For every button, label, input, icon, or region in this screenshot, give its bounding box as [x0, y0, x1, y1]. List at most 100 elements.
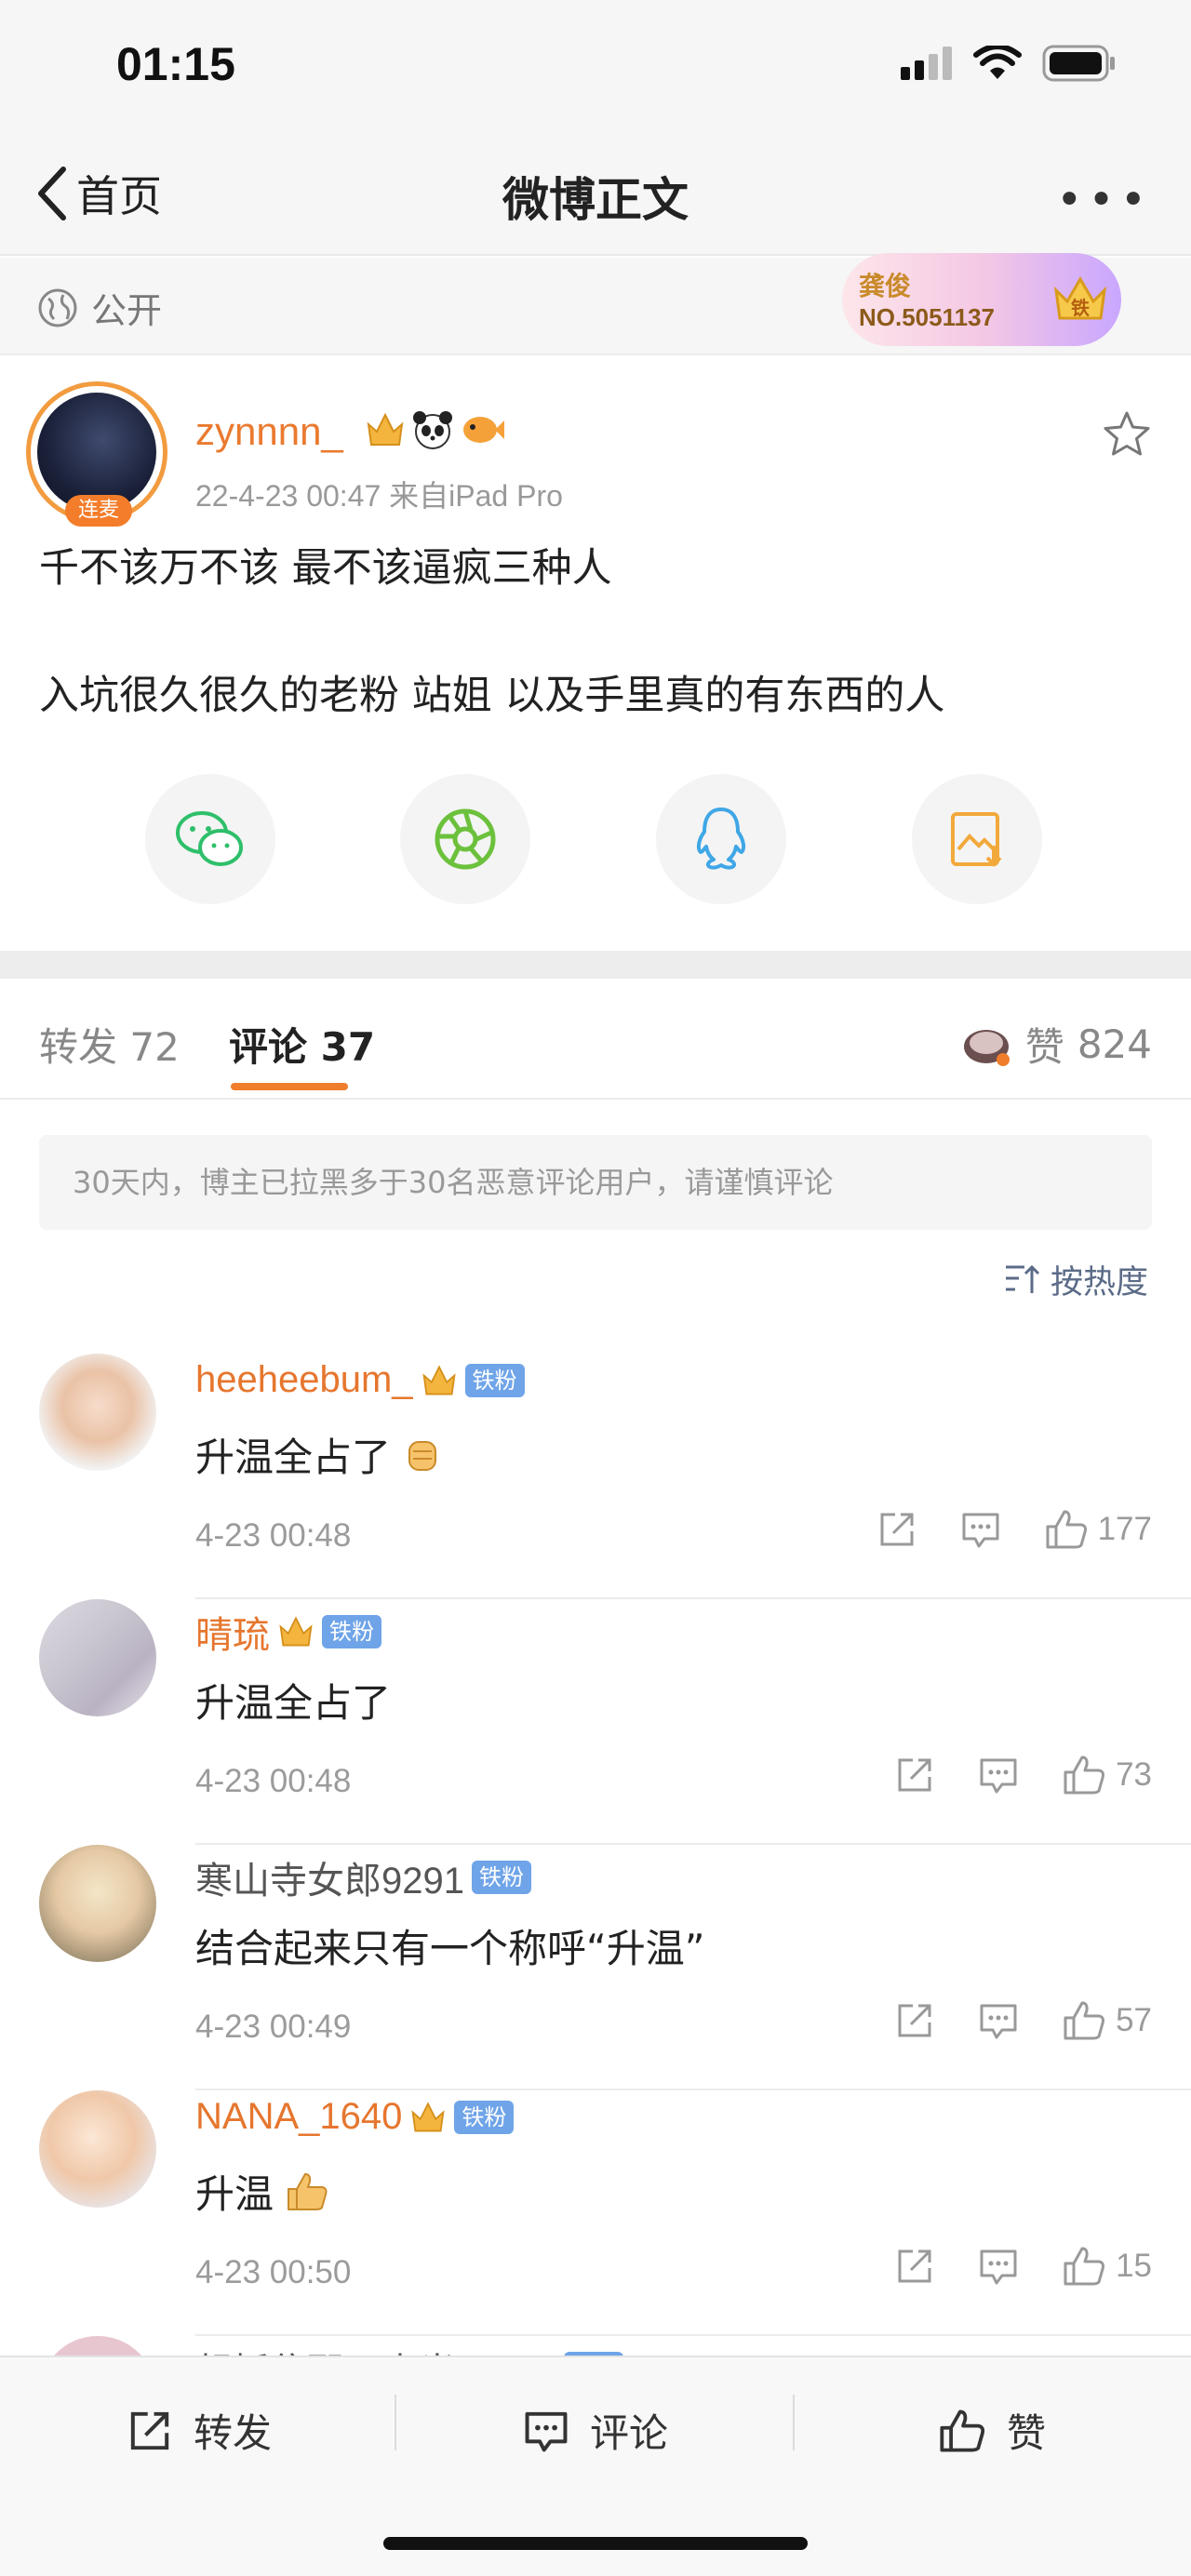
bottom-separator [395, 2395, 396, 2450]
share-row [0, 774, 1191, 904]
tab-active-indicator [231, 1083, 348, 1090]
thumbs-up-icon [1046, 1510, 1087, 1549]
comment-text-content: 升温全占了 [195, 1435, 392, 1480]
wifi-icon [973, 46, 1022, 79]
commenter-name[interactable]: NANA_1640 [195, 2096, 402, 2138]
commenter-name[interactable]: 晴琉 [195, 1605, 270, 1659]
comment-like-count: 15 [1116, 2248, 1152, 2284]
reply-icon[interactable] [978, 2000, 1019, 2041]
comment-actions: 57 [894, 1999, 1152, 2042]
tab-comment[interactable]: 评论 37 [229, 1016, 375, 1073]
comment-text: 升温全占了 [195, 1426, 443, 1483]
favorite-star-icon[interactable] [1102, 409, 1152, 458]
reply-icon[interactable] [978, 2246, 1019, 2287]
comment-text-content: 升温 [195, 2171, 274, 2217]
repost-icon[interactable] [877, 1509, 917, 1550]
commenter-avatar[interactable] [39, 1599, 156, 1716]
comment-time: 4-23 00:48 [195, 1763, 352, 1799]
thumbs-up-icon [940, 2409, 985, 2451]
tab-likes-count: 824 [1077, 1021, 1152, 1067]
comment-actions: 177 [877, 1508, 1152, 1551]
like-button[interactable]: 赞 [938, 2402, 1046, 2459]
post-meta: 22-4-23 00:47 来自iPad Pro [195, 479, 563, 513]
comment-text-content: 结合起来只有一个称呼“升温” [195, 1926, 705, 1971]
thumbs-up-emoji-icon [288, 2172, 328, 2210]
comment-label: 评论 [590, 2410, 669, 2456]
sort-label: 按热度 [1050, 1264, 1148, 1301]
share-moments-button[interactable] [400, 774, 530, 904]
comment-text: 升温全占了 [195, 1672, 391, 1728]
sort-by-heat-button[interactable]: 按热度 [1004, 1256, 1148, 1303]
panda-icon [413, 411, 452, 449]
visibility-label: 公开 [91, 290, 163, 331]
live-tag: 连麦 [65, 495, 132, 527]
iron-fan-badge: 铁粉 [464, 1363, 525, 1397]
reply-icon[interactable] [978, 1755, 1019, 1795]
share-wechat-button[interactable] [145, 774, 275, 904]
commenter-avatar[interactable] [39, 1354, 156, 1471]
fan-badge-name: 龚俊 [859, 271, 912, 301]
comment-text-content: 升温全占了 [195, 1680, 392, 1726]
comment-notice: 30天内，博主已拉黑多于30名恶意评论用户，请谨慎评论 [39, 1135, 1152, 1230]
page-title: 微博正文 [502, 173, 689, 227]
comment-icon [525, 2411, 568, 2451]
author-badges [365, 409, 506, 450]
tab-repost[interactable]: 转发 72 [39, 1016, 180, 1073]
thumbs-up-icon [1064, 2247, 1105, 2286]
thumbs-up-icon [1064, 2001, 1105, 2040]
tab-repost-count: 72 [129, 1024, 180, 1070]
interaction-tabs: 转发 72 评论 37 赞 824 [0, 979, 1191, 1100]
comment-like-count: 73 [1116, 1756, 1152, 1793]
tab-likes-label: 赞 [1024, 1024, 1064, 1070]
more-icon[interactable]: ••• [1056, 174, 1152, 226]
tab-repost-label: 转发 [39, 1024, 118, 1070]
comment-like-button[interactable]: 15 [1062, 2245, 1152, 2288]
iron-fan-badge: 铁粉 [322, 1615, 381, 1648]
repost-icon[interactable] [894, 1755, 935, 1795]
fan-badge[interactable]: 龚俊 NO.5051137 铁 [842, 253, 1121, 346]
globe-icon [38, 288, 77, 327]
commenter-info: 晴琉 铁粉 [195, 1605, 381, 1659]
fish-icon [463, 417, 504, 443]
comment-like-button[interactable]: 73 [1062, 1754, 1152, 1796]
comment-item: 晴琉 铁粉 升温全占了 4-23 00:48 73 [0, 1599, 1191, 1845]
crown-badge-icon [422, 1364, 456, 1395]
comment-actions: 73 [894, 1754, 1152, 1796]
iron-fan-badge: 铁粉 [454, 2100, 515, 2134]
comment-button[interactable]: 评论 [523, 2402, 668, 2459]
status-icons [901, 45, 1117, 82]
nav-bar: 首页 微博正文 ••• [0, 135, 1191, 256]
commenter-avatar[interactable] [39, 1845, 156, 1962]
commenter-name[interactable]: heeheebum_ [195, 1359, 413, 1401]
post-text-line-1: 千不该万不该 最不该逼疯三种人 [39, 545, 612, 592]
share-qq-button[interactable] [656, 774, 786, 904]
repost-icon[interactable] [894, 2246, 935, 2287]
repost-icon[interactable] [894, 2000, 935, 2041]
wechat-icon [176, 811, 243, 866]
signal-icon [901, 47, 952, 80]
section-divider [0, 951, 1191, 979]
crown-badge-icon [367, 412, 404, 446]
save-image-button[interactable] [912, 774, 1042, 904]
comment-like-button[interactable]: 57 [1062, 1999, 1152, 2042]
tab-likes[interactable]: 赞 824 [960, 1016, 1152, 1073]
comment-item: 寒山寺女郎9291 铁粉 结合起来只有一个称呼“升温” 4-23 00:49 5… [0, 1845, 1191, 2090]
commenter-info: heeheebum_ 铁粉 [195, 1359, 525, 1401]
thumbs-up-icon [1064, 1755, 1105, 1795]
repost-button[interactable]: 转发 [127, 2402, 272, 2459]
tab-comment-count: 37 [320, 1024, 376, 1070]
comment-item: heeheebum_ 铁粉 升温全占了 4-23 00:48 177 [0, 1354, 1191, 1599]
commenter-avatar[interactable] [39, 2090, 156, 2208]
comment-like-button[interactable]: 177 [1044, 1508, 1152, 1551]
commenter-name[interactable]: 寒山寺女郎9291 [195, 1850, 464, 1904]
qq-icon [696, 808, 746, 870]
fan-badge-number: NO.5051137 [859, 303, 996, 331]
comment-actions: 15 [894, 2245, 1152, 2288]
repost-icon [130, 2411, 169, 2449]
crown-badge-icon [279, 1616, 313, 1647]
moments-icon [435, 808, 496, 870]
comment-text: 结合起来只有一个称呼“升温” [195, 1917, 705, 1974]
reply-icon[interactable] [960, 1509, 1001, 1550]
author-name[interactable]: zynnnn_ [195, 409, 343, 454]
sort-icon [1005, 1264, 1040, 1293]
